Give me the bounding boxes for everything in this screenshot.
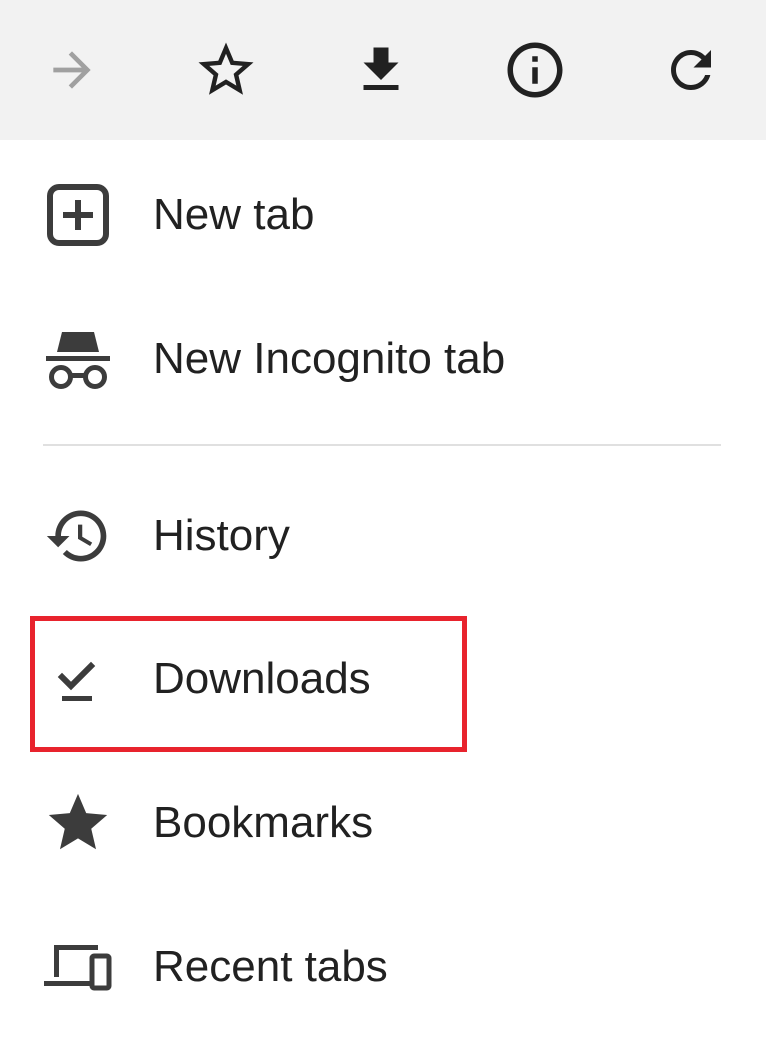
menu-item-downloads[interactable]: Downloads	[0, 619, 766, 739]
download-done-icon	[40, 643, 116, 715]
menu-item-bookmarks[interactable]: Bookmarks	[0, 763, 766, 883]
refresh-button[interactable]	[651, 30, 731, 110]
menu-item-new-incognito-tab[interactable]: New Incognito tab	[0, 299, 766, 419]
menu-toolbar	[0, 0, 766, 140]
menu-item-label: New tab	[153, 190, 315, 239]
info-icon	[507, 42, 563, 98]
menu-item-history[interactable]: History	[0, 476, 766, 596]
menu-divider	[43, 444, 721, 446]
bookmark-page-button[interactable]	[186, 30, 266, 110]
history-icon	[40, 500, 116, 572]
menu-item-label: Downloads	[153, 654, 371, 703]
refresh-icon	[671, 50, 711, 90]
star-filled-icon	[40, 787, 116, 859]
menu-item-new-tab[interactable]: New tab	[0, 155, 766, 275]
menu-item-label: New Incognito tab	[153, 334, 506, 383]
forward-arrow-icon	[53, 51, 91, 89]
devices-icon	[40, 931, 116, 1003]
download-icon	[363, 47, 399, 90]
page-info-button[interactable]	[495, 30, 575, 110]
incognito-icon	[40, 323, 116, 395]
menu-item-label: Bookmarks	[153, 798, 374, 847]
plus-box-icon	[40, 179, 116, 251]
forward-button[interactable]	[32, 30, 112, 110]
app-menu: New tab New Incognito tab History Downlo…	[0, 0, 766, 1047]
menu-item-recent-tabs[interactable]: Recent tabs	[0, 907, 766, 1027]
menu-item-label: Recent tabs	[153, 942, 388, 991]
menu-item-label: History	[153, 511, 290, 560]
download-page-button[interactable]	[341, 30, 421, 110]
star-outline-icon	[198, 42, 254, 95]
